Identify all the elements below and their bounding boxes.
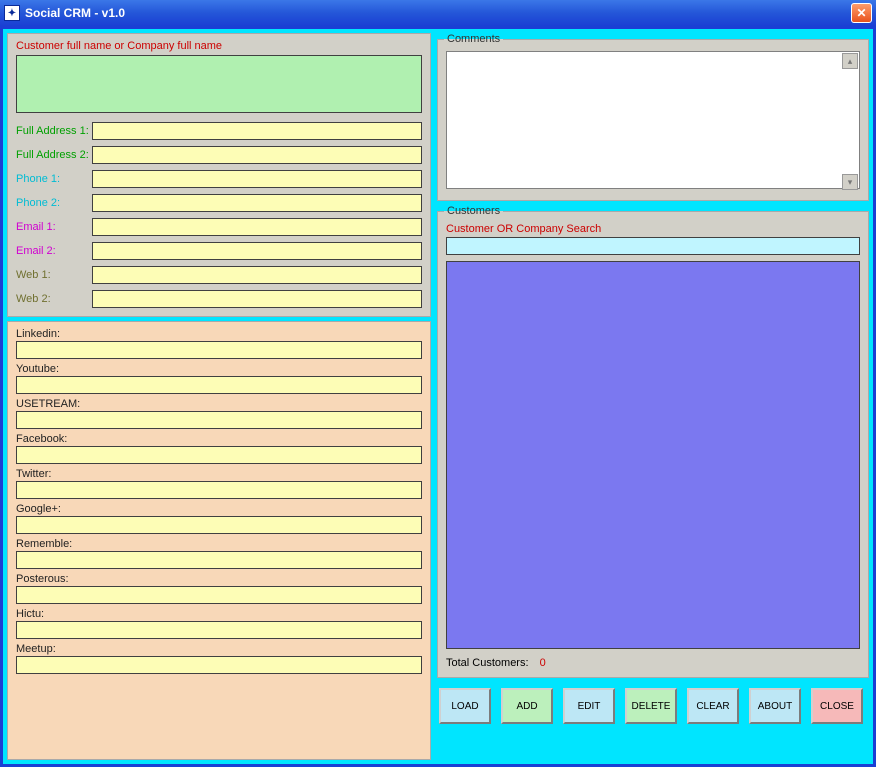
customers-legend: Customers [444,205,503,217]
customers-panel: Customers Customer OR Company Search Tot… [437,205,869,678]
address2-label: Full Address 2: [16,149,92,161]
scroll-up-icon[interactable]: ▴ [842,53,858,69]
social-panel: Linkedin: Youtube: USETREAM: Facebook: T… [7,321,431,760]
phone2-label: Phone 2: [16,197,92,209]
window-close-button[interactable]: ✕ [851,3,872,23]
load-button[interactable]: LOAD [439,688,491,724]
address1-input[interactable] [92,122,422,140]
app-icon: ✦ [4,5,20,21]
hictu-label: Hictu: [16,608,422,620]
ustream-label: USETREAM: [16,398,422,410]
add-button[interactable]: ADD [501,688,553,724]
email1-input[interactable] [92,218,422,236]
about-button[interactable]: ABOUT [749,688,801,724]
phone2-input[interactable] [92,194,422,212]
youtube-label: Youtube: [16,363,422,375]
facebook-label: Facebook: [16,433,422,445]
total-customers-row: Total Customers: 0 [446,657,860,669]
web1-label: Web 1: [16,269,92,281]
web1-input[interactable] [92,266,422,284]
facebook-input[interactable] [16,446,422,464]
email1-label: Email 1: [16,221,92,233]
total-customers-label: Total Customers: [446,657,529,669]
web2-label: Web 2: [16,293,92,305]
email2-input[interactable] [92,242,422,260]
comments-panel: Comments ▴ ▾ [437,33,869,201]
close-button[interactable]: CLOSE [811,688,863,724]
linkedin-input[interactable] [16,341,422,359]
twitter-label: Twitter: [16,468,422,480]
customer-search-input[interactable] [446,237,860,255]
youtube-input[interactable] [16,376,422,394]
posterous-label: Posterous: [16,573,422,585]
window-title: Social CRM - v1.0 [25,6,125,20]
scroll-down-icon[interactable]: ▾ [842,174,858,190]
clear-button[interactable]: CLEAR [687,688,739,724]
titlebar: ✦ Social CRM - v1.0 ✕ [0,0,876,26]
phone1-label: Phone 1: [16,173,92,185]
address2-input[interactable] [92,146,422,164]
customer-search-label: Customer OR Company Search [446,223,860,235]
email2-label: Email 2: [16,245,92,257]
phone1-input[interactable] [92,170,422,188]
button-row: LOAD ADD EDIT DELETE CLEAR ABOUT CLOSE [437,682,869,726]
googleplus-label: Google+: [16,503,422,515]
rememble-input[interactable] [16,551,422,569]
linkedin-label: Linkedin: [16,328,422,340]
meetup-input[interactable] [16,656,422,674]
total-customers-count: 0 [540,657,546,669]
ustream-input[interactable] [16,411,422,429]
comments-legend: Comments [444,33,503,45]
customer-list[interactable] [446,261,860,649]
customer-name-label: Customer full name or Company full name [16,40,422,52]
posterous-input[interactable] [16,586,422,604]
googleplus-input[interactable] [16,516,422,534]
rememble-label: Rememble: [16,538,422,550]
contact-panel: Customer full name or Company full name … [7,33,431,317]
web2-input[interactable] [92,290,422,308]
customer-name-input[interactable] [16,55,422,113]
comments-textarea[interactable] [446,51,860,189]
meetup-label: Meetup: [16,643,422,655]
hictu-input[interactable] [16,621,422,639]
address1-label: Full Address 1: [16,125,92,137]
close-icon: ✕ [856,6,866,20]
edit-button[interactable]: EDIT [563,688,615,724]
delete-button[interactable]: DELETE [625,688,677,724]
twitter-input[interactable] [16,481,422,499]
